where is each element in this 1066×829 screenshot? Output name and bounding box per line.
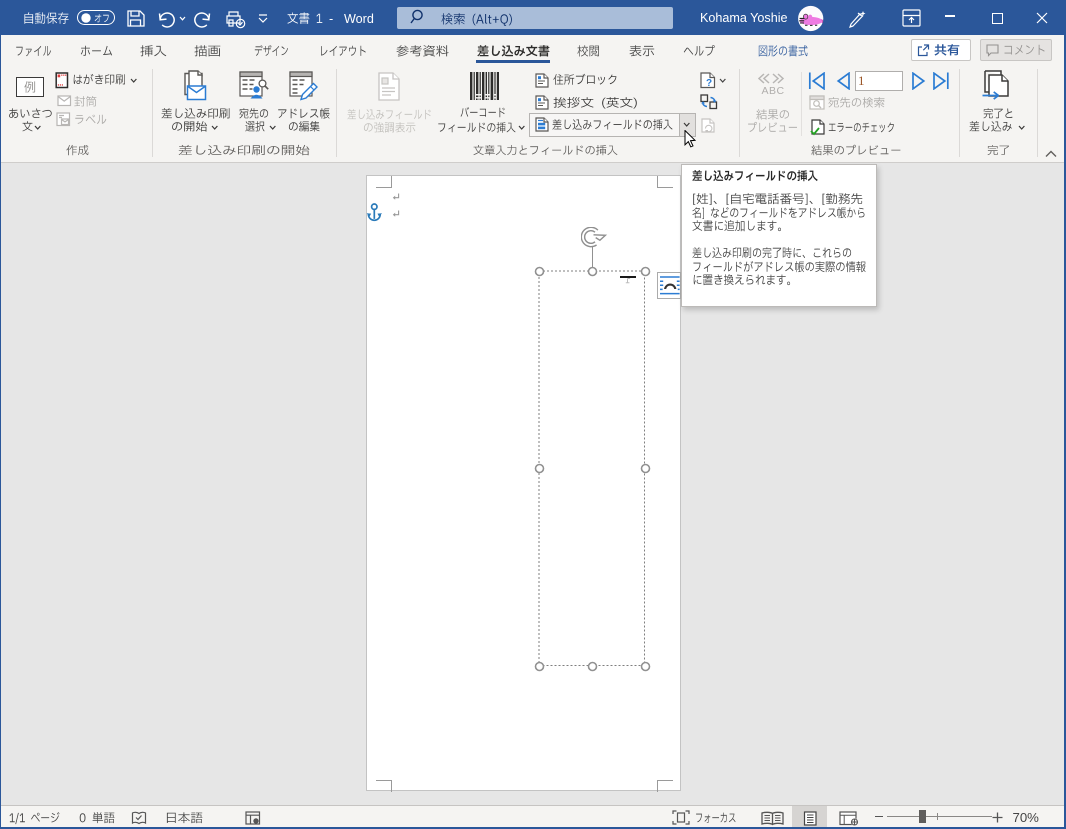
svg-text:?: ? <box>706 78 712 89</box>
